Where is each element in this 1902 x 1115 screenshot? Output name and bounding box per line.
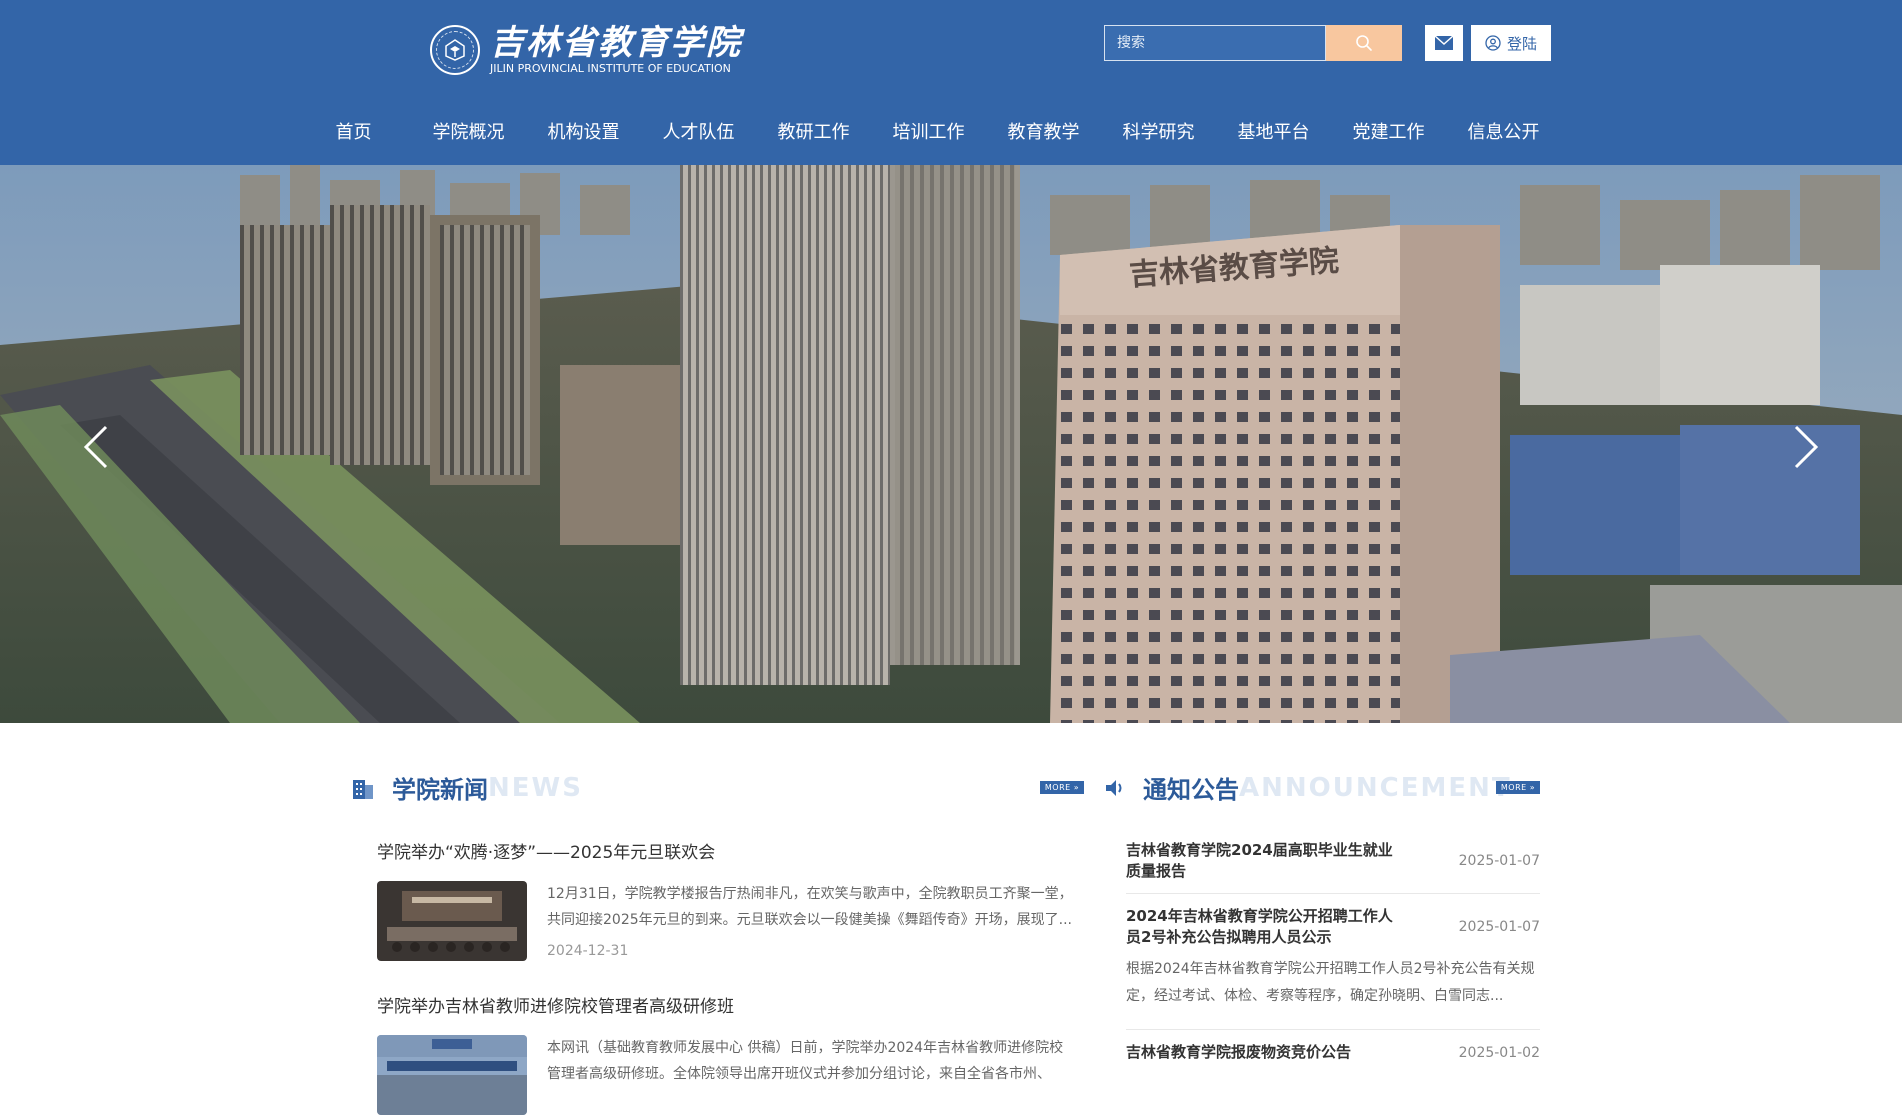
hero-banner: 吉林省教育学院 [0,165,1902,723]
nav-item-teaching-research[interactable]: 教研工作 [756,112,871,154]
news-item-summary: 12月31日，学院教学楼报告厅热闹非凡，在欢笑与歌声中，全院教职员工齐聚一堂，共… [547,886,1073,928]
site-name-cn: 吉林省教育学院 [490,23,742,63]
nav-item-home[interactable]: 首页 [296,112,411,154]
notice-item-date: 2025-01-07 [1458,853,1540,869]
user-icon [1485,35,1501,51]
nav-item-faculty[interactable]: 人才队伍 [641,112,756,154]
nav-item-party-building[interactable]: 党建工作 [1331,112,1446,154]
site-name-en: JILIN PROVINCIAL INSTITUTE OF EDUCATION [490,62,731,75]
search-icon [1356,35,1372,51]
news-section-title: 学院新闻 [392,776,488,804]
main-nav: 首页 学院概况 机构设置 人才队伍 教研工作 培训工作 教育教学 科学研究 基地… [0,112,1902,154]
news-thumbnail[interactable] [377,1035,527,1115]
notice-item: 吉林省教育学院报废物资竞价公告 2025-01-02 [1126,1042,1540,1080]
notice-item: 2024年吉林省教育学院公开招聘工作人员2号补充公告拟聘用人员公示 2025-0… [1126,906,1540,1030]
news-item-title[interactable]: 学院举办吉林省教师进修院校管理者高级研修班 [377,995,1074,1019]
building-icon [353,779,373,799]
news-item-summary: 本网讯（基础教育教师发展中心 供稿）日前，学院举办2024年吉林省教师进修院校管… [547,1040,1064,1082]
nav-item-science-research[interactable]: 科学研究 [1101,112,1216,154]
login-button[interactable]: 登陆 [1471,25,1551,61]
news-thumbnail[interactable] [377,881,527,961]
chevron-right-icon [1794,425,1819,469]
banner-prev-button[interactable] [76,417,116,477]
mail-icon [1434,35,1454,50]
news-section-header: 学院新闻 NEWS [350,770,583,805]
notice-item-title[interactable]: 吉林省教育学院报废物资竞价公告 [1126,1042,1406,1063]
notice-section-header: 通知公告 ANNOUNCEMENT [1103,770,1512,805]
nav-item-about[interactable]: 学院概况 [411,112,526,154]
notice-item-date: 2025-01-07 [1458,919,1540,935]
search-input[interactable] [1104,25,1326,61]
notice-item-summary: 根据2024年吉林省教育学院公开招聘工作人员2号补充公告有关规定，经过考试、体检… [1126,961,1535,1004]
speaker-icon [1106,779,1122,796]
notice-more-button[interactable]: MORE » [1496,781,1540,794]
institute-seal-icon [430,25,480,75]
notice-item-title[interactable]: 2024年吉林省教育学院公开招聘工作人员2号补充公告拟聘用人员公示 [1126,906,1406,948]
nav-item-education[interactable]: 教育教学 [986,112,1101,154]
search-bar [1104,25,1402,61]
notice-item-date: 2025-01-02 [1458,1044,1540,1061]
campus-aerial-image: 吉林省教育学院 [0,165,1902,723]
news-item: 学院举办“欢腾·逐梦”——2025年元旦联欢会 12月31日，学院教学楼报告厅热… [377,841,1074,961]
notice-item-title[interactable]: 吉林省教育学院2024届高职毕业生就业质量报告 [1126,840,1406,882]
banner-next-button[interactable] [1786,417,1826,477]
news-item-date: 2024-12-31 [547,943,629,959]
news-more-button[interactable]: MORE » [1040,781,1084,794]
login-label: 登陆 [1506,34,1537,53]
notice-item: 吉林省教育学院2024届高职毕业生就业质量报告 2025-01-07 [1126,840,1540,894]
news-item: 学院举办吉林省教师进修院校管理者高级研修班 本网讯（基础教育教师发展中心 供稿）… [377,995,1074,1115]
news-section-subtitle: NEWS [488,772,583,803]
mail-button[interactable] [1425,25,1463,61]
site-header: 吉林省教育学院 JILIN PROVINCIAL INSTITUTE OF ED… [0,0,1902,165]
nav-item-public-info[interactable]: 信息公开 [1446,112,1561,154]
search-button[interactable] [1326,25,1402,61]
nav-item-training[interactable]: 培训工作 [871,112,986,154]
site-logo[interactable]: 吉林省教育学院 JILIN PROVINCIAL INSTITUTE OF ED… [430,22,740,78]
notice-section-title: 通知公告 [1143,776,1239,804]
nav-item-platforms[interactable]: 基地平台 [1216,112,1331,154]
news-item-title[interactable]: 学院举办“欢腾·逐梦”——2025年元旦联欢会 [377,841,1074,865]
notice-section-subtitle: ANNOUNCEMENT [1239,772,1512,803]
chevron-left-icon [83,425,108,469]
nav-item-organization[interactable]: 机构设置 [526,112,641,154]
